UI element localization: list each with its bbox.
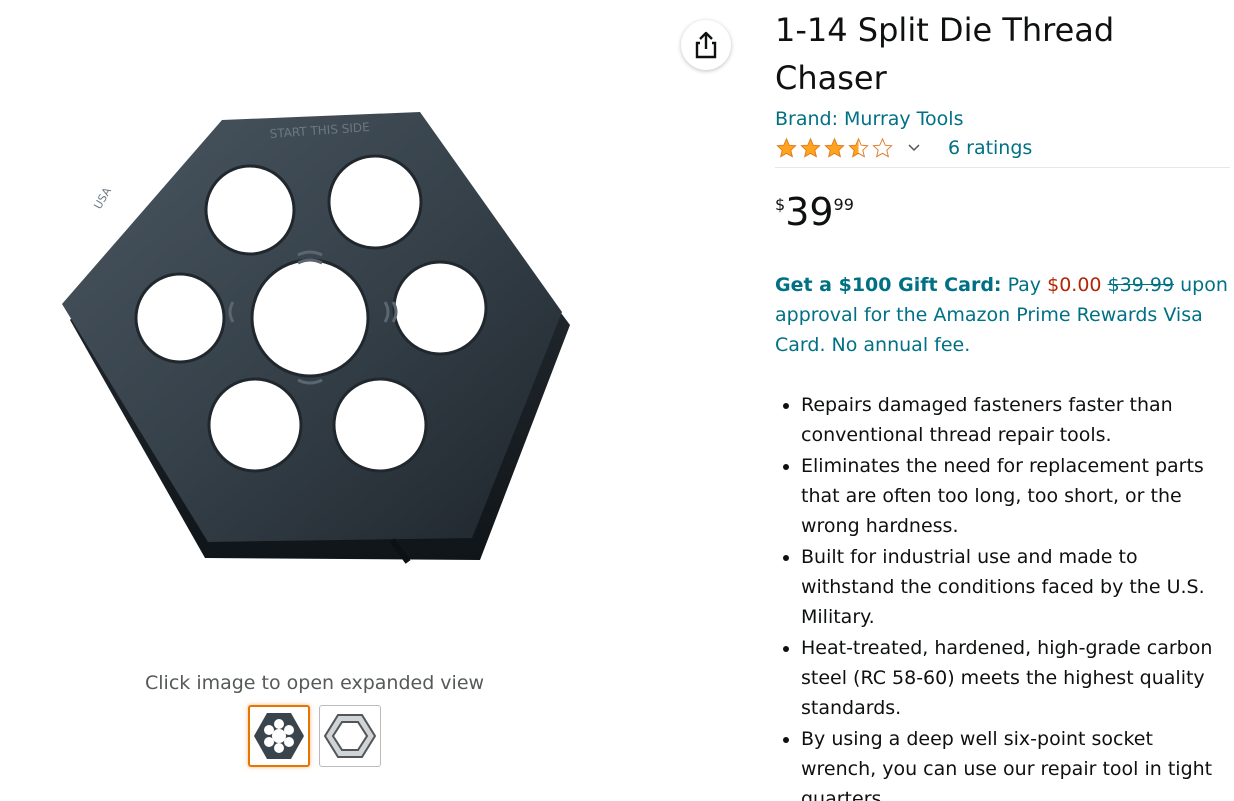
price-symbol: $ (775, 195, 786, 214)
star-empty-icon (872, 137, 893, 158)
star-rating[interactable] (775, 137, 894, 159)
feature-bullet: Built for industrial use and made to wit… (801, 542, 1230, 632)
price-whole: 39 (785, 190, 834, 234)
ratings-count-link[interactable]: 6 ratings (948, 137, 1032, 159)
promo-new-price: $0.00 (1047, 274, 1102, 296)
hex-die-outline-thumbnail (323, 714, 377, 758)
price: $ 39 99 (775, 190, 1230, 240)
product-image[interactable]: START THIS SIDE USA (40, 80, 600, 600)
chevron-down-icon[interactable] (908, 144, 920, 152)
feature-bullet: Eliminates the need for replacement part… (801, 451, 1230, 541)
star-half-icon (848, 137, 869, 158)
svg-text:USA: USA (91, 185, 114, 212)
feature-bullet: By using a deep well six-point socket wr… (801, 724, 1230, 801)
thumbnail-2[interactable] (319, 705, 381, 767)
rating-row: 6 ratings (775, 133, 1230, 163)
zoom-hint-text: Click image to open expanded view (145, 672, 485, 694)
share-icon (695, 31, 717, 59)
star-full-icon (824, 137, 845, 158)
thumbnail-strip (248, 705, 381, 767)
star-full-icon (800, 137, 821, 158)
feature-bullets: Repairs damaged fasteners faster than co… (775, 390, 1230, 801)
promo-old-price: $39.99 (1107, 274, 1175, 296)
divider (775, 167, 1230, 168)
price-fraction: 99 (833, 195, 854, 214)
feature-bullet: Repairs damaged fasteners faster than co… (801, 390, 1230, 450)
main-product-image-container[interactable]: START THIS SIDE USA (40, 80, 600, 600)
brand-link[interactable]: Brand: Murray Tools (775, 105, 964, 133)
promo-headline: Get a $100 Gift Card: (775, 274, 1002, 296)
product-title: 1-14 Split Die Thread Chaser (775, 11, 1115, 97)
feature-bullet: Heat-treated, hardened, high-grade carbo… (801, 633, 1230, 723)
star-full-icon (776, 137, 797, 158)
hex-die-thumbnail (254, 713, 304, 759)
promo-pay: Pay (1007, 274, 1042, 296)
thumbnail-1[interactable] (248, 705, 310, 767)
product-details: 1-14 Split Die Thread Chaser Brand: Murr… (775, 6, 1230, 801)
gift-card-promo[interactable]: Get a $100 Gift Card: Pay $0.00 $39.99 u… (775, 270, 1230, 360)
share-button[interactable] (681, 20, 731, 70)
